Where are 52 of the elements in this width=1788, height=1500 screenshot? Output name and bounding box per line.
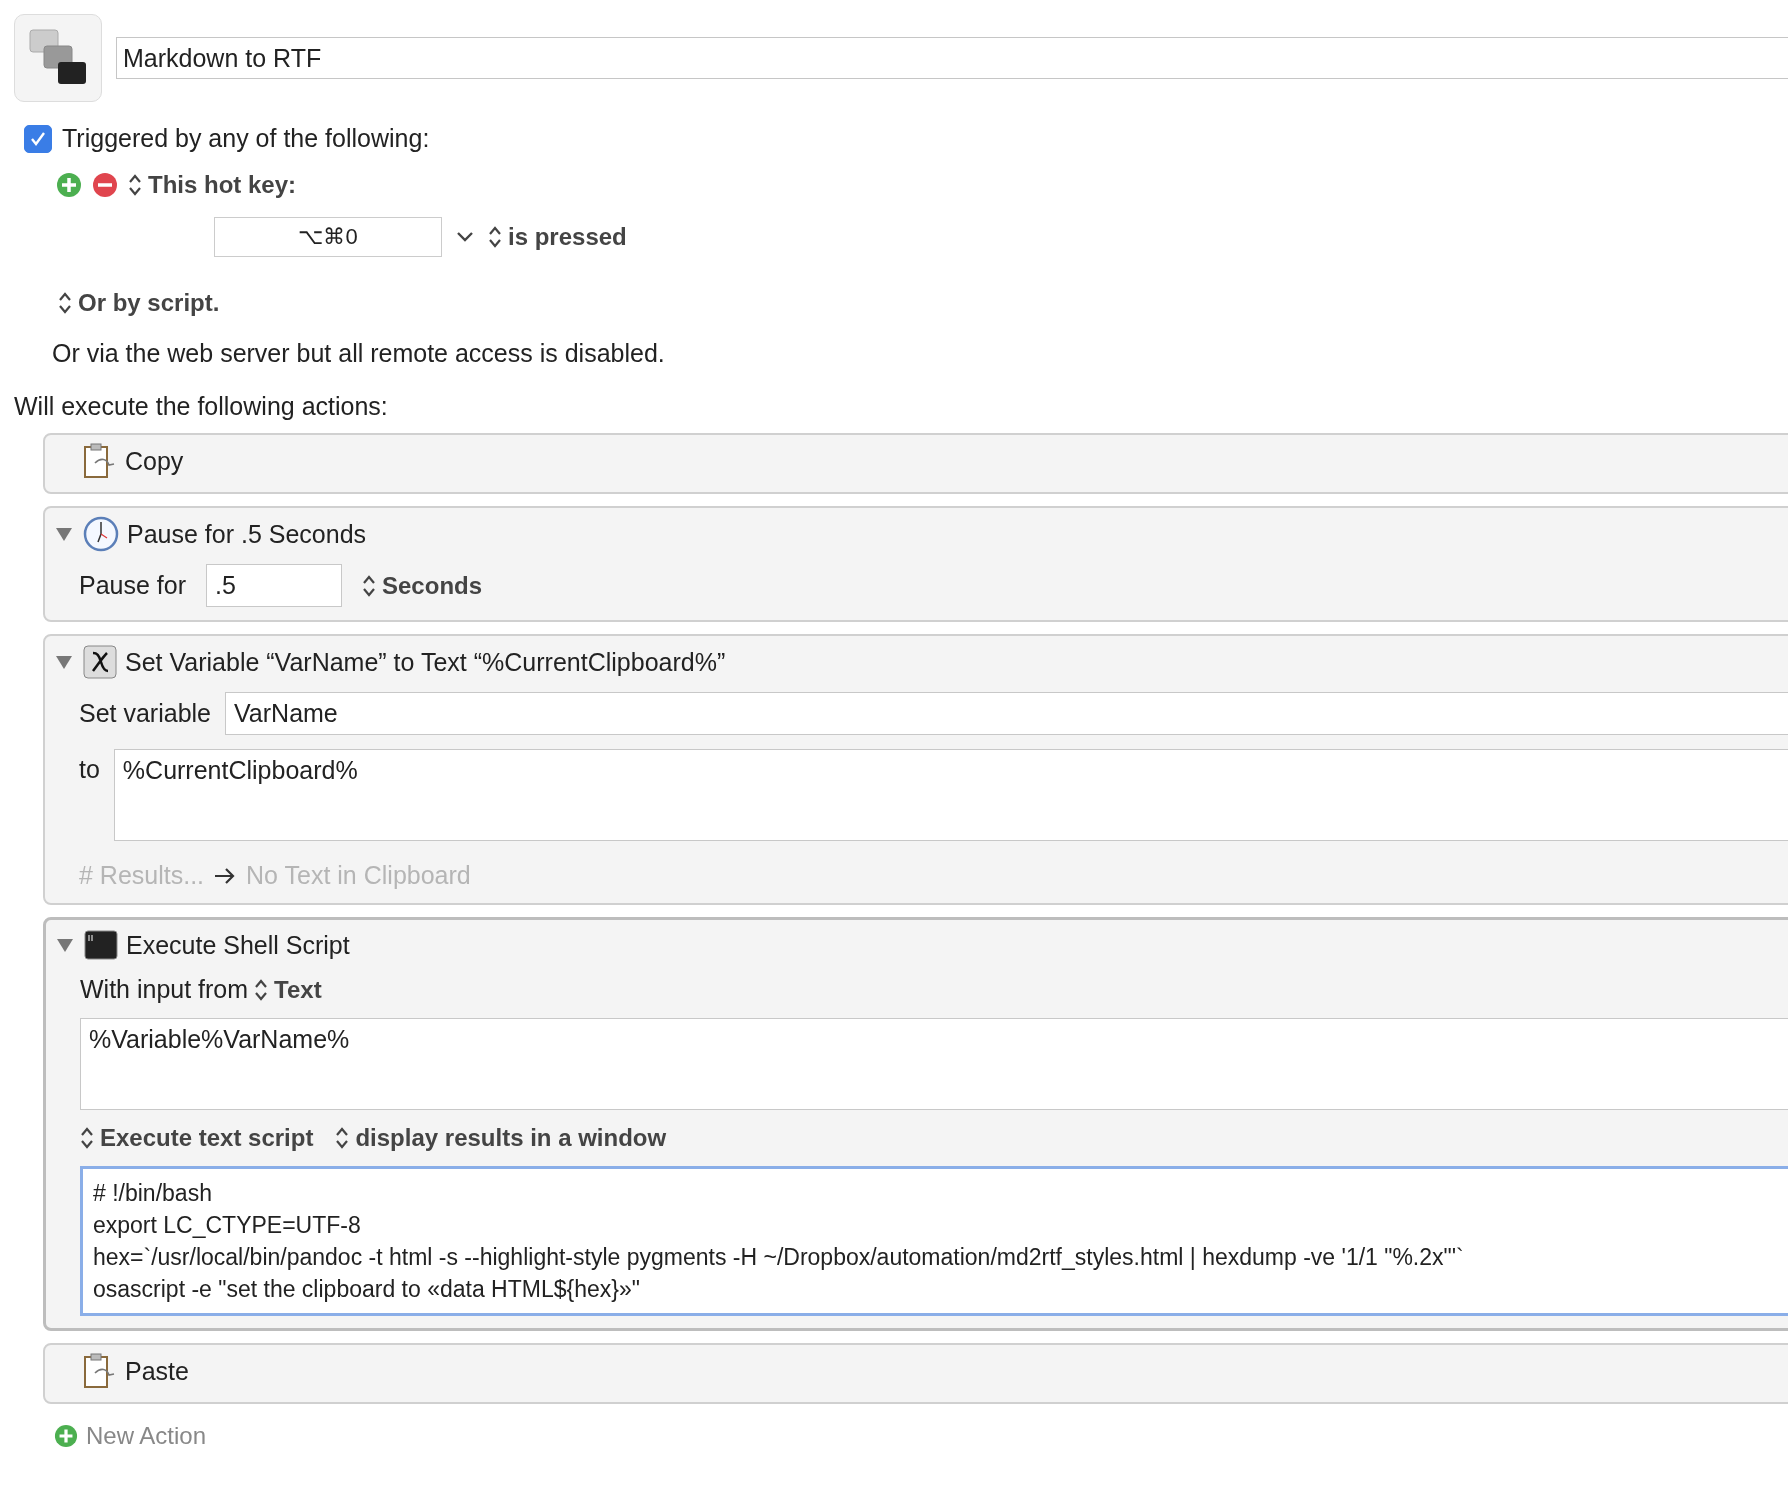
mode-popup[interactable]: Execute text script (80, 1124, 314, 1152)
trigger-heading: Triggered by any of the following: (62, 124, 430, 153)
clipboard-icon (83, 443, 117, 479)
arrow-right-icon (214, 866, 237, 885)
action-title: Paste (125, 1356, 189, 1386)
trigger-type-popup[interactable]: This hot key: (128, 171, 297, 199)
add-icon[interactable] (54, 1424, 78, 1448)
action-title: Set Variable “VarName” to Text “%CurrentClipboard%” (125, 647, 726, 677)
clock-icon (83, 516, 119, 552)
new-action-link[interactable]: New Action (86, 1422, 207, 1450)
updown-chevron-icon (254, 977, 269, 1002)
text-field[interactable]: %CurrentClipboard% (113, 749, 1788, 841)
unit-popup[interactable]: Seconds (362, 571, 483, 600)
chevron-down-icon[interactable] (456, 231, 474, 243)
input-source-popup[interactable]: Text (254, 975, 322, 1004)
macro-icon[interactable] (14, 14, 102, 102)
duration-field[interactable]: .5 (206, 564, 342, 607)
actions-heading: Will execute the following actions: (14, 392, 388, 421)
script-trigger-popup[interactable]: Or by script. (58, 289, 220, 317)
checkbox[interactable] (24, 124, 52, 153)
updown-chevron-icon (488, 225, 502, 249)
action-title: Pause for .5 Seconds (127, 519, 367, 549)
field-label: Set variable (79, 699, 212, 728)
action-title: Copy (125, 446, 184, 476)
input-text-field[interactable]: %Variable%VarName% (80, 1018, 1788, 1110)
web-server-note: Or via the web server but all remote access is disabled. (52, 339, 665, 368)
updown-chevron-icon (335, 1126, 350, 1150)
condition-popup[interactable]: is pressed (488, 223, 627, 251)
updown-chevron-icon (362, 573, 376, 598)
add-icon[interactable] (56, 172, 82, 198)
clipboard-icon (83, 1353, 117, 1389)
action-title: Execute Shell Script (126, 930, 350, 960)
hotkey-field[interactable]: ⌥⌘0 (214, 217, 442, 257)
field-label: With input from (80, 975, 249, 1004)
action-panel[interactable]: Set Variable “VarName” to Text “%CurrentClipboard%” Set variable VarName to %CurrentClipboard% # Results... No Text in Clipboard (43, 634, 1788, 905)
script-editor[interactable]: # !/bin/bash export LC_CTYPE=UTF-8 hex=`/usr/local/bin/pandoc -t html -s --highlight-style pygments -H ~/Dropbox/automation/md2rtf_styles.html | hexdump -ve '1/1 "%.2x"'` osascript -e "set the clipboard to «data HTML${hex}»" (80, 1166, 1788, 1316)
results-text: No Text in Clipboard (246, 861, 471, 890)
updown-chevron-icon (128, 173, 142, 197)
field-label: Pause for (79, 571, 186, 600)
macro-name-field[interactable]: Markdown to RTF (116, 37, 1788, 79)
variable-x-icon (83, 645, 117, 679)
action-panel[interactable]: Copy (43, 433, 1788, 494)
field-label: to (79, 755, 100, 784)
output-popup[interactable]: display results in a window (335, 1124, 667, 1152)
updown-chevron-icon (58, 291, 72, 315)
action-panel[interactable] (43, 917, 1788, 1331)
updown-chevron-icon (80, 1126, 94, 1150)
variable-name-field[interactable]: VarName (225, 692, 1788, 735)
action-panel[interactable]: Paste (43, 1343, 1788, 1404)
remove-icon[interactable] (92, 172, 118, 198)
action-panel[interactable]: Pause for .5 Seconds Pause for .5 Seconds (43, 506, 1788, 622)
terminal-icon (84, 930, 118, 960)
